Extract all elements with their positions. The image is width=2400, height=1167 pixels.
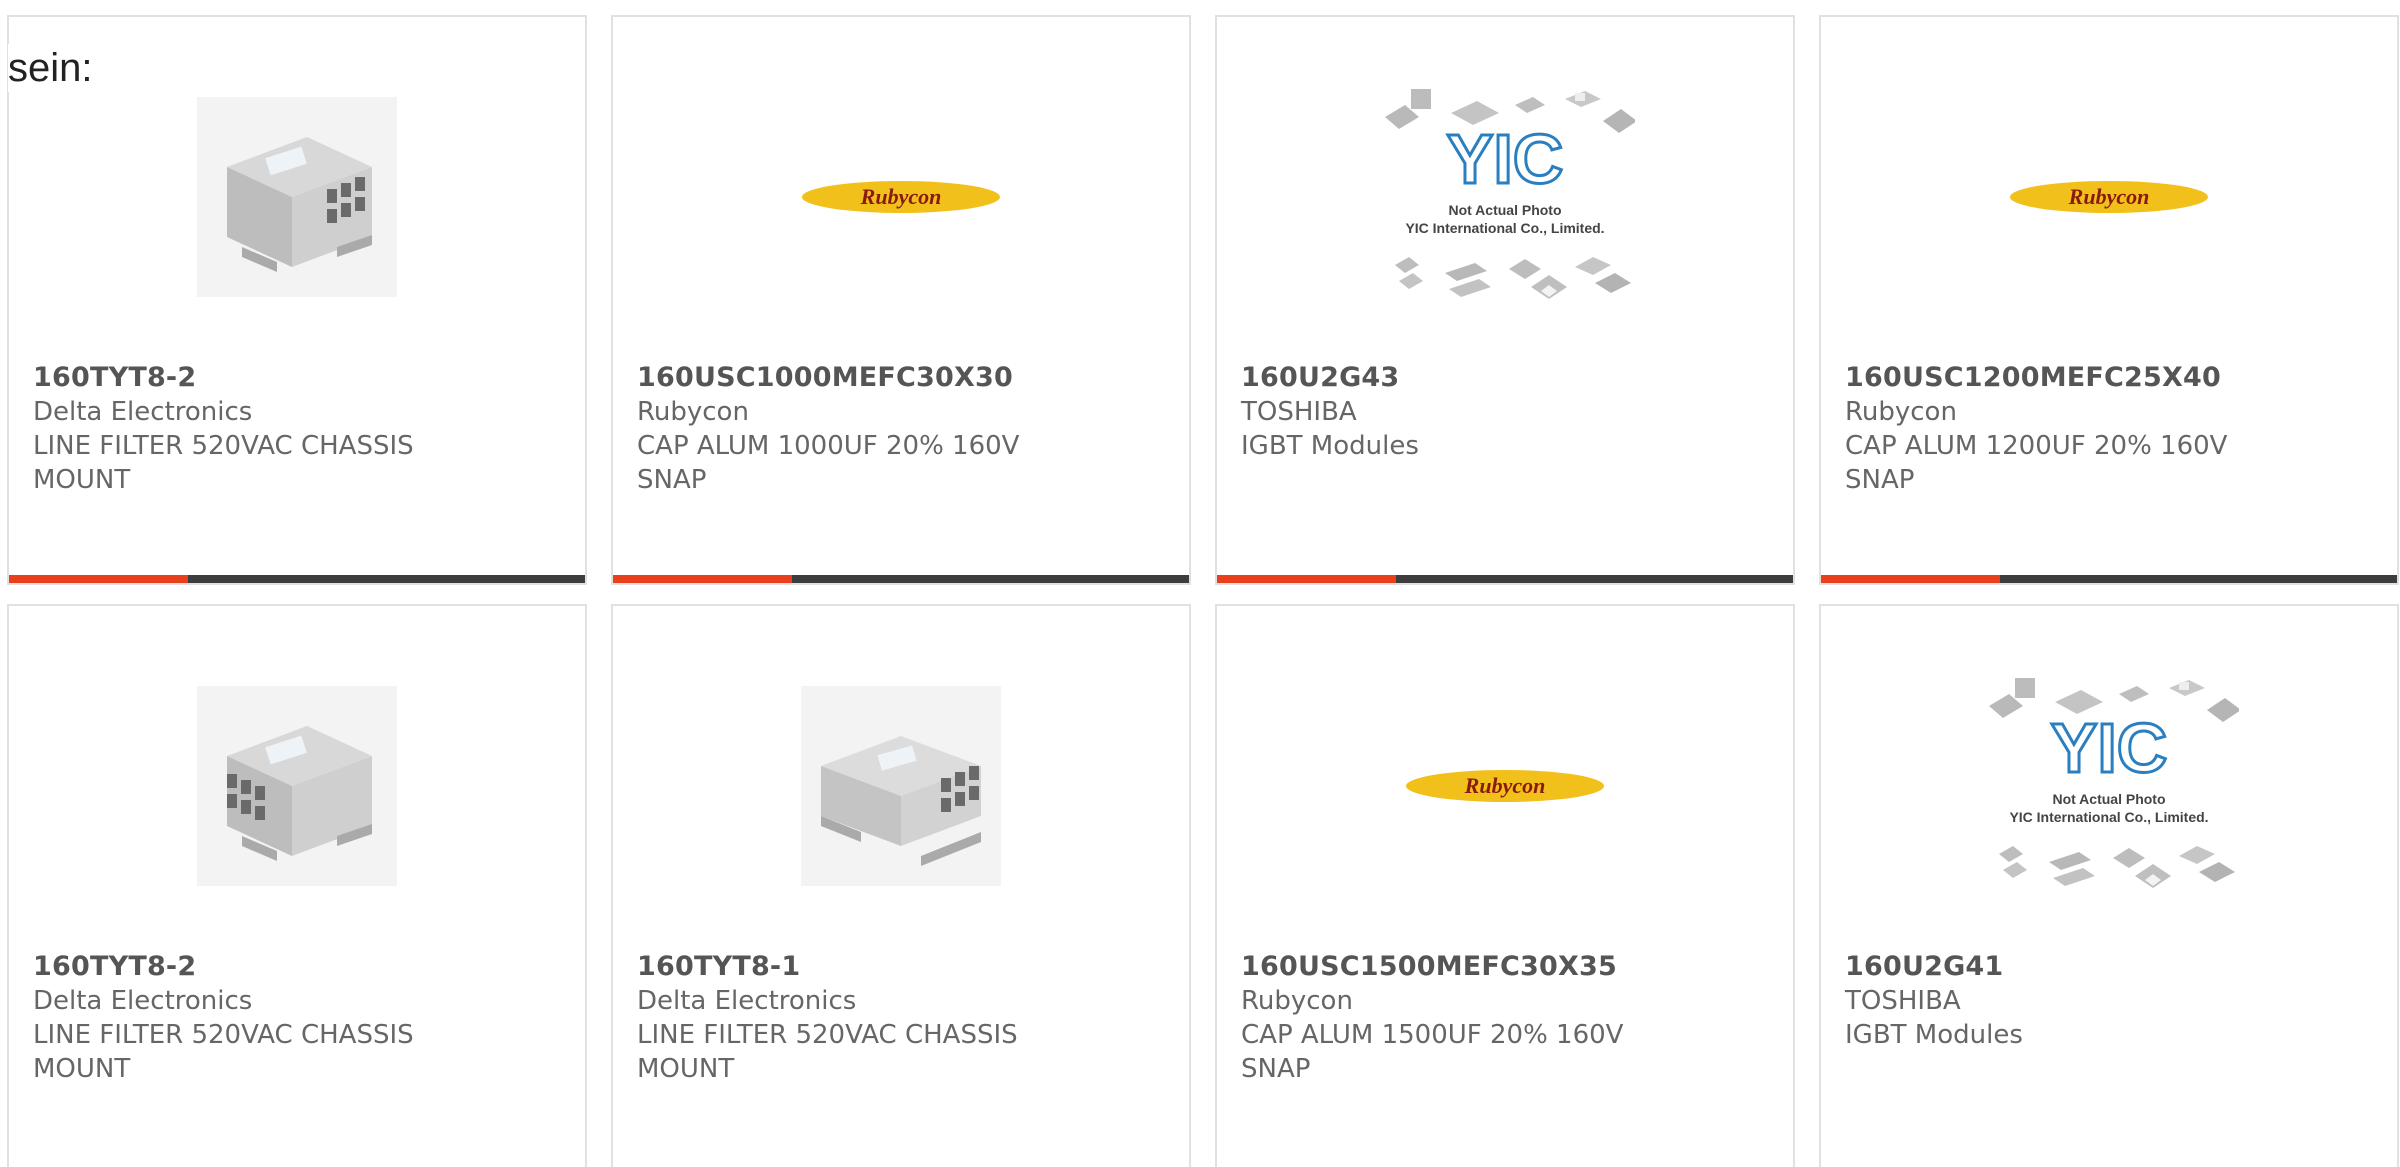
product-card[interactable]: 160TYT8-1 Delta Electronics LINE FILTER … [611,604,1191,1167]
lead-text: sein: [8,44,93,92]
svg-text:Rubycon: Rubycon [1464,773,1546,798]
rubycon-logo-icon: Rubycon [802,181,1000,213]
manufacturer: Rubycon [1241,986,1353,1016]
description: LINE FILTER 520VAC CHASSIS MOUNT [637,1020,1018,1084]
svg-text:Rubycon: Rubycon [860,184,942,209]
manufacturer: TOSHIBA [1845,986,1961,1016]
description: CAP ALUM 1200UF 20% 160V SNAP [1845,431,2228,495]
progress-fill [613,575,792,583]
product-image[interactable] [9,57,585,337]
part-number[interactable]: 160U2G41 [1845,950,2373,984]
svg-text:Rubycon: Rubycon [2068,184,2150,209]
product-grid: 160TYT8-2 Delta Electronics LINE FILTER … [0,0,2400,1167]
svg-text:Not Actual Photo: Not Actual Photo [2052,791,2165,807]
part-number[interactable]: 160U2G43 [1241,361,1769,395]
product-card[interactable]: Rubycon 160USC1000MEFC30X30 Rubycon CAP … [611,15,1191,585]
product-image[interactable] [9,646,585,926]
product-card[interactable]: Rubycon 160USC1500MEFC30X35 Rubycon CAP … [1215,604,1795,1167]
product-card[interactable]: YIC Not Actual Photo YIC International C… [1819,604,2399,1167]
rubycon-logo-icon: Rubycon [2010,181,2208,213]
progress-fill [1821,575,2000,583]
manufacturer: Delta Electronics [637,986,857,1016]
svg-text:YIC: YIC [1447,120,1564,198]
description: IGBT Modules [1845,1020,2023,1050]
manufacturer: Delta Electronics [33,986,253,1016]
part-number[interactable]: 160USC1000MEFC30X30 [637,361,1165,395]
manufacturer: Rubycon [1845,397,1957,427]
progress-bar [9,575,585,583]
product-image[interactable]: YIC Not Actual Photo YIC International C… [1821,646,2397,926]
line-filter-photo-icon [801,686,1001,886]
product-image[interactable]: Rubycon [1217,646,1793,926]
svg-text:YIC: YIC [2051,709,2168,787]
product-image[interactable]: Rubycon [613,57,1189,337]
product-card[interactable]: 160TYT8-2 Delta Electronics LINE FILTER … [7,604,587,1167]
svg-text:YIC International Co., Limited: YIC International Co., Limited. [1405,220,1604,236]
part-number[interactable]: 160TYT8-2 [33,361,561,395]
yic-placeholder-icon: YIC Not Actual Photo YIC International C… [1989,678,2239,888]
product-image[interactable]: Rubycon [1821,57,2397,337]
manufacturer: Rubycon [637,397,749,427]
product-image[interactable]: YIC Not Actual Photo YIC International C… [1217,57,1793,337]
progress-fill [1217,575,1396,583]
part-number[interactable]: 160TYT8-1 [637,950,1165,984]
product-card[interactable]: YIC Not Actual Photo YIC International C… [1215,15,1795,585]
product-image[interactable] [613,646,1189,926]
description: LINE FILTER 520VAC CHASSIS MOUNT [33,1020,414,1084]
progress-bar [1217,575,1793,583]
description: LINE FILTER 520VAC CHASSIS MOUNT [33,431,414,495]
progress-bar [1821,575,2397,583]
rubycon-logo-icon: Rubycon [1406,770,1604,802]
product-card[interactable]: 160TYT8-2 Delta Electronics LINE FILTER … [7,15,587,585]
line-filter-photo-icon [197,97,397,297]
yic-placeholder-icon: YIC Not Actual Photo YIC International C… [1385,89,1635,299]
manufacturer: TOSHIBA [1241,397,1357,427]
svg-text:Not Actual Photo: Not Actual Photo [1448,202,1561,218]
product-card[interactable]: Rubycon 160USC1200MEFC25X40 Rubycon CAP … [1819,15,2399,585]
manufacturer: Delta Electronics [33,397,253,427]
progress-fill [9,575,188,583]
part-number[interactable]: 160USC1200MEFC25X40 [1845,361,2373,395]
progress-bar [613,575,1189,583]
description: CAP ALUM 1000UF 20% 160V SNAP [637,431,1020,495]
line-filter-photo-icon [197,686,397,886]
description: CAP ALUM 1500UF 20% 160V SNAP [1241,1020,1624,1084]
part-number[interactable]: 160TYT8-2 [33,950,561,984]
part-number[interactable]: 160USC1500MEFC30X35 [1241,950,1769,984]
svg-text:YIC International Co., Limited: YIC International Co., Limited. [2009,809,2208,825]
description: IGBT Modules [1241,431,1419,461]
